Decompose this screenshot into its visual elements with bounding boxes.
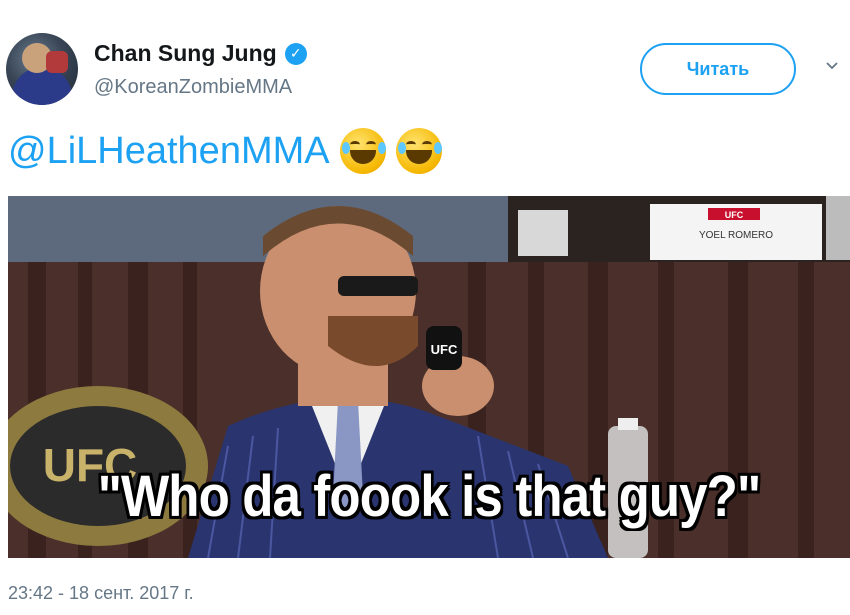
meme-caption: "Who da foook is that guy?" [97, 464, 761, 529]
tweet-text: @LiLHeathenMMA [8, 128, 442, 174]
rolling-on-floor-laughing-emoji [395, 128, 442, 174]
rolling-on-floor-laughing-emoji [339, 128, 386, 174]
mention-link[interactable]: @LiLHeathenMMA [8, 130, 330, 173]
user-display-name[interactable]: Chan Sung Jung ✓ [94, 40, 307, 67]
chevron-down-icon[interactable] [826, 60, 838, 72]
display-name-text[interactable]: Chan Sung Jung [94, 40, 277, 67]
user-handle[interactable]: @KoreanZombieMMA [94, 76, 292, 99]
avatar[interactable] [6, 33, 78, 105]
nameplate-name: YOEL ROMERO [699, 230, 773, 241]
verified-badge-icon: ✓ [284, 42, 307, 65]
mic-logo: UFC [431, 342, 458, 357]
follow-button[interactable]: Читать [640, 43, 796, 95]
tweet-timestamp[interactable]: 23:42 - 18 сент. 2017 г. [8, 583, 194, 604]
nameplate-logo: UFC [725, 210, 744, 220]
tweet-media-image[interactable]: UFC YOEL ROMERO UFC UFC "Who da foook is… [8, 196, 850, 558]
